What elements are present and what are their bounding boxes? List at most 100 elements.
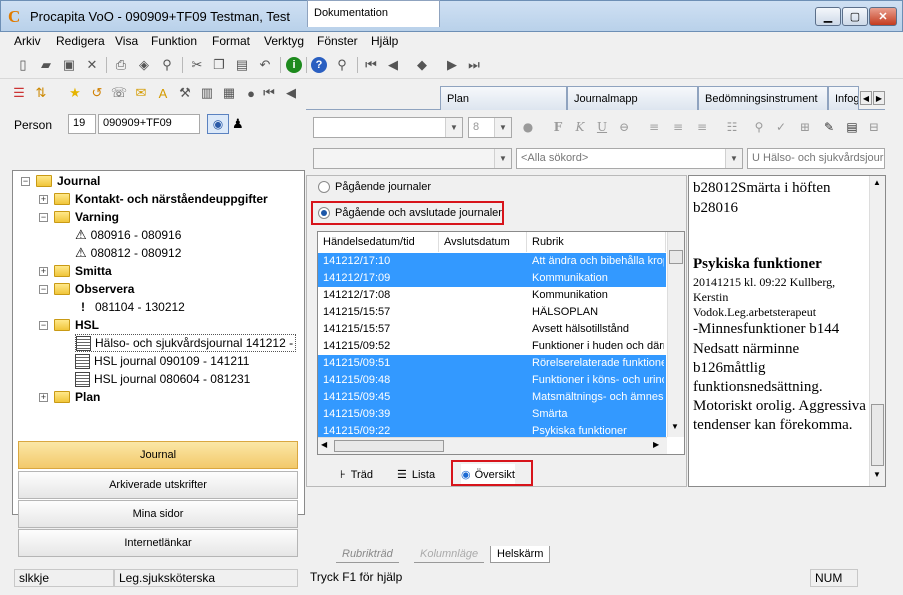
signature-icon[interactable]: A xyxy=(154,84,172,102)
scroll-left-icon[interactable]: ◀ xyxy=(321,440,327,449)
prev-icon[interactable]: ◀ xyxy=(282,84,300,102)
table-row[interactable]: 141215/15:57 HÄLSOPLAN xyxy=(318,304,666,321)
book-icon[interactable]: ▥ xyxy=(198,84,216,102)
menu-verktyg[interactable]: Verktyg xyxy=(264,34,304,48)
cut-icon[interactable]: ✂ xyxy=(188,56,206,74)
person-number-field[interactable]: 090909+TF09 xyxy=(98,114,200,134)
context-help-icon[interactable]: ⚲ xyxy=(333,56,351,74)
tree-item-hsl[interactable]: − HSL xyxy=(39,316,99,334)
tree-item-smitta[interactable]: + Smitta xyxy=(39,262,112,280)
scroll-up-icon[interactable]: ▲ xyxy=(873,178,881,187)
radio-pagaende[interactable]: Pågående journaler xyxy=(318,181,431,193)
table-row[interactable]: 141215/09:52 Funktioner i huden och därm xyxy=(318,338,666,355)
column-header-avslut[interactable]: Avslutsdatum xyxy=(439,232,527,252)
font-size-select[interactable]: 8 ▼ xyxy=(468,117,512,138)
tab-scroll-right-icon[interactable]: ▶ xyxy=(873,91,885,105)
view-tab-lista[interactable]: ☰ Lista xyxy=(397,464,435,485)
current-record-icon[interactable]: ◆ xyxy=(413,56,431,74)
tree-item-observera-1[interactable]: ! 081104 - 130212 xyxy=(81,298,185,316)
keyword-select[interactable]: <Alla sökord> ▼ xyxy=(516,148,743,169)
nav-mina-sidor-button[interactable]: Mina sidor xyxy=(18,500,298,528)
bottom-tab-helskarm[interactable]: Helskärm xyxy=(490,546,551,563)
scroll-right-icon[interactable]: ▶ xyxy=(653,440,659,449)
menu-visa[interactable]: Visa xyxy=(115,34,138,48)
column-header-date[interactable]: Händelsedatum/tid xyxy=(318,232,439,252)
document-view[interactable]: b28012Smärta i höften b28016 Psykiska fu… xyxy=(688,175,886,487)
circle-icon[interactable]: ● xyxy=(242,84,260,102)
menu-hjalp[interactable]: Hjälp xyxy=(371,34,398,48)
tab-journalmapp[interactable]: Journalmapp xyxy=(567,86,698,110)
table-row[interactable]: 141215/09:51 Rörelserelaterade funktioner xyxy=(318,355,666,372)
list-icon[interactable]: ☰ xyxy=(10,84,28,102)
journal-select[interactable]: U Hälso- och sjukvårdsjourn xyxy=(747,148,885,169)
tab-dokumentation[interactable]: Dokumentation xyxy=(307,0,440,27)
italic-icon[interactable]: K xyxy=(571,118,589,136)
table-row[interactable]: 141215/09:45 Matsmältnings- och ämnesor xyxy=(318,389,666,406)
tree-item-plan[interactable]: + Plan xyxy=(39,388,100,406)
contact-icon[interactable]: ☏ xyxy=(110,84,128,102)
document-vscroll[interactable]: ▲ ▼ xyxy=(869,176,885,486)
person-century-field[interactable]: 19 xyxy=(68,114,96,134)
properties-icon[interactable]: ▤ xyxy=(843,118,861,136)
help-icon[interactable]: ? xyxy=(311,57,327,73)
spellcheck-icon[interactable]: ✓ xyxy=(772,118,790,136)
tree-item-journal[interactable]: − Journal xyxy=(21,172,100,190)
collapse-icon[interactable]: − xyxy=(21,176,30,186)
hscroll-thumb[interactable] xyxy=(334,440,444,452)
save-icon[interactable]: ▣ xyxy=(60,56,78,74)
paste-icon[interactable]: ▤ xyxy=(233,56,251,74)
tree-item-varning[interactable]: − Varning xyxy=(39,208,119,226)
next-record-icon[interactable]: ▶ xyxy=(443,56,461,74)
journal-entry-list[interactable]: Händelsedatum/tid Avslutsdatum Rubrik 14… xyxy=(317,231,685,455)
insert-icon[interactable]: ⊞ xyxy=(796,118,814,136)
align-right-icon[interactable]: ≡ xyxy=(693,118,711,136)
print-preview-icon[interactable]: ◈ xyxy=(135,56,153,74)
scroll-thumb[interactable] xyxy=(871,404,884,466)
tree-item-hsl-2[interactable]: HSL journal 090109 - 141211 xyxy=(75,352,249,370)
first-record-icon[interactable]: ⏮ xyxy=(362,56,380,74)
archive-icon[interactable]: ▦ xyxy=(220,84,238,102)
bullet-list-icon[interactable]: ☷ xyxy=(723,118,741,136)
view-tab-trad[interactable]: ⊦ Träd xyxy=(340,464,373,485)
menu-fonster[interactable]: Fönster xyxy=(317,34,358,48)
tree-item-observera[interactable]: − Observera xyxy=(39,280,134,298)
tree-item-kontakt[interactable]: + Kontakt- och närståendeuppgifter xyxy=(39,190,268,208)
search-person-button[interactable]: ◉ xyxy=(207,114,229,134)
undo-icon[interactable]: ↶ xyxy=(256,56,274,74)
open-folder-icon[interactable]: ▰ xyxy=(37,56,55,74)
delete-icon[interactable]: ✕ xyxy=(83,56,101,74)
edit-icon[interactable]: ✎ xyxy=(820,118,838,136)
last-record-icon[interactable]: ⏭ xyxy=(465,56,483,74)
collapse-icon[interactable]: − xyxy=(39,212,48,222)
bottom-tab-kolumnlage[interactable]: Kolumnläge xyxy=(414,546,485,563)
scroll-down-icon[interactable]: ▼ xyxy=(671,422,679,431)
collapse-icon[interactable]: − xyxy=(39,320,48,330)
bold-icon[interactable]: F xyxy=(549,118,567,136)
strikethrough-icon[interactable]: ⊖ xyxy=(615,118,633,136)
nav-internetlankar-button[interactable]: Internetlänkar xyxy=(18,529,298,557)
list-hscroll[interactable]: ◀ ▶ xyxy=(318,437,667,454)
align-center-icon[interactable]: ≡ xyxy=(669,118,687,136)
scroll-down-icon[interactable]: ▼ xyxy=(873,470,881,479)
minimize-button[interactable]: ▁ xyxy=(815,7,841,26)
first-icon[interactable]: ⏮ xyxy=(260,84,278,102)
align-left-icon[interactable]: ≡ xyxy=(645,118,663,136)
mail-icon[interactable]: ✉ xyxy=(132,84,150,102)
close-button[interactable]: ✕ xyxy=(869,7,897,26)
table-row[interactable]: 141212/17:10 Att ändra och bibehålla krop… xyxy=(318,253,666,270)
list-vscroll[interactable]: ▼ xyxy=(667,232,684,437)
table-row[interactable]: 141212/17:09 Kommunikation xyxy=(318,270,666,287)
print-icon[interactable]: ⎙ xyxy=(112,56,130,74)
tools-icon[interactable]: ⚒ xyxy=(176,84,194,102)
star-icon[interactable]: ★ xyxy=(66,84,84,102)
scroll-thumb[interactable] xyxy=(669,250,683,264)
nav-arkiverade-button[interactable]: Arkiverade utskrifter xyxy=(18,471,298,499)
tab-plan[interactable]: Plan xyxy=(440,86,567,110)
expand-icon[interactable]: + xyxy=(39,194,48,204)
copy-icon[interactable]: ❐ xyxy=(210,56,228,74)
column-header-rubrik[interactable]: Rubrik xyxy=(527,232,666,252)
tree-item-hsl-3[interactable]: HSL journal 080604 - 081231 xyxy=(75,370,250,388)
menu-format[interactable]: Format xyxy=(212,34,250,48)
table-icon[interactable]: ⊟ xyxy=(865,118,883,136)
nav-journal-button[interactable]: Journal xyxy=(18,441,298,469)
